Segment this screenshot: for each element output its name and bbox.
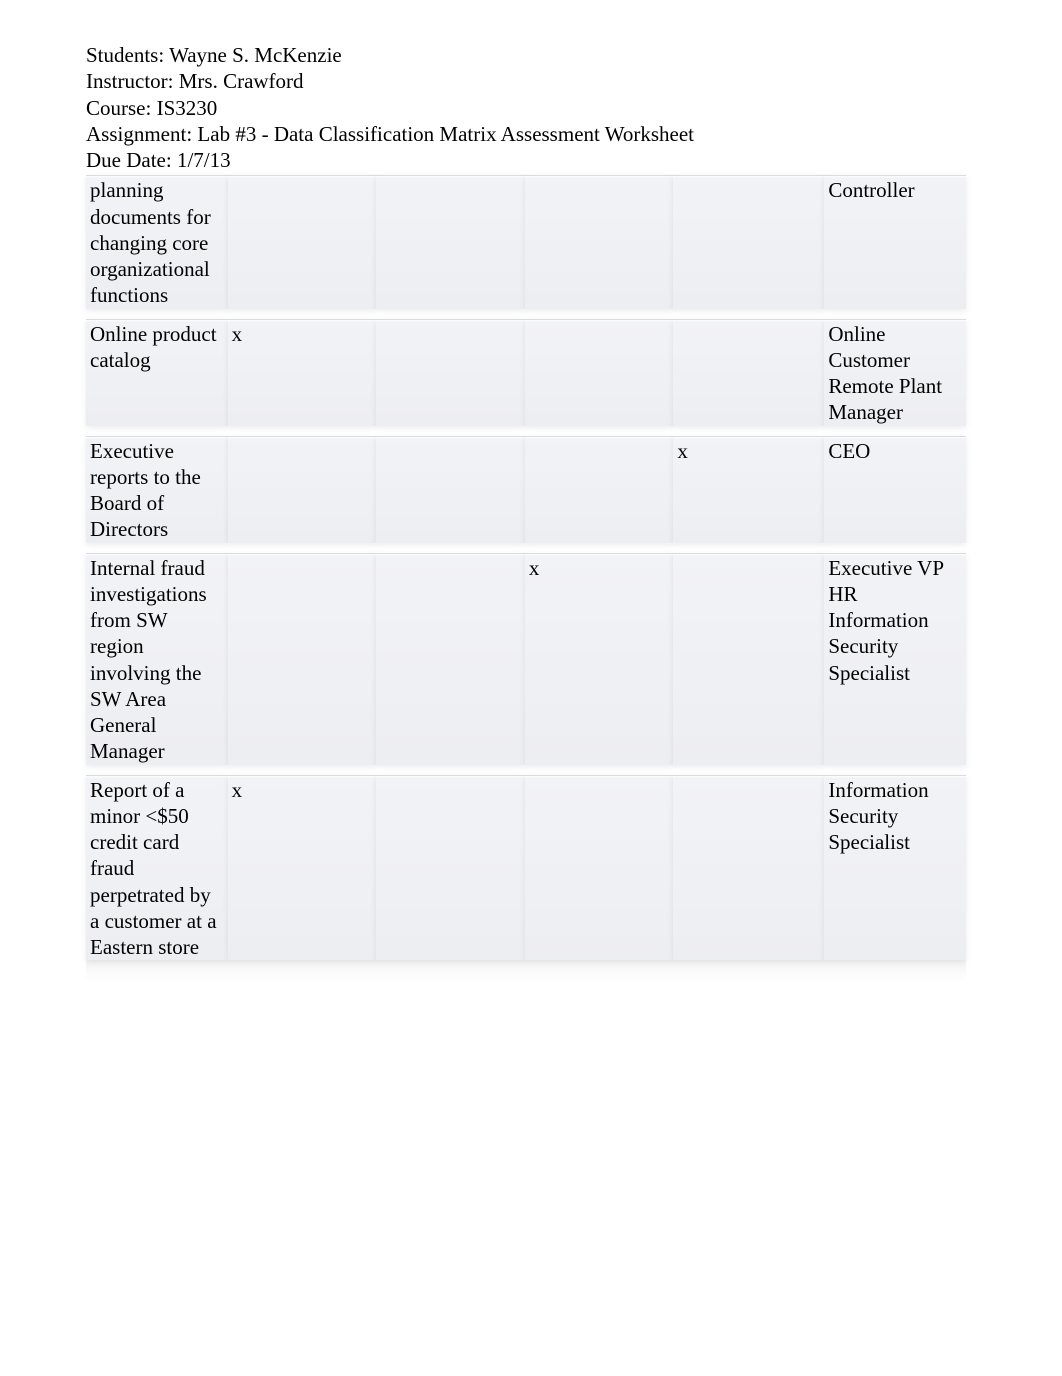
students-line: Students: Wayne S. McKenzie	[86, 42, 966, 68]
item-cell: Report of a minor <$50 credit card fraud…	[90, 777, 224, 961]
document-page: Students: Wayne S. McKenzie Instructor: …	[0, 42, 1062, 970]
owner-cell: Executive VP HR Information Security Spe…	[828, 555, 962, 686]
item-cell: Online product catalog	[90, 321, 224, 374]
table-row: Online product catalog x Online Customer…	[86, 319, 966, 436]
instructor-label: Instructor:	[86, 69, 173, 93]
classification-matrix-table-wrap: planning documents for changing core org…	[86, 175, 966, 970]
students-label: Students:	[86, 43, 164, 67]
classification-matrix-table: planning documents for changing core org…	[86, 175, 966, 970]
assignment-line: Assignment: Lab #3 - Data Classification…	[86, 121, 966, 147]
item-cell: Executive reports to the Board of Direct…	[90, 438, 224, 543]
document-header: Students: Wayne S. McKenzie Instructor: …	[86, 42, 966, 173]
course-line: Course: IS3230	[86, 95, 966, 121]
due-date-value: 1/7/13	[177, 148, 231, 172]
item-cell: planning documents for changing core org…	[90, 177, 224, 308]
table-row: Internal fraud investigations from SW re…	[86, 553, 966, 775]
due-date-line: Due Date: 1/7/13	[86, 147, 966, 173]
students-value: Wayne S. McKenzie	[169, 43, 342, 67]
instructor-line: Instructor: Mrs. Crawford	[86, 68, 966, 94]
mark-cell: x	[529, 555, 670, 581]
item-cell: Internal fraud investigations from SW re…	[90, 555, 224, 765]
assignment-value: Lab #3 - Data Classification Matrix Asse…	[197, 122, 694, 146]
mark-cell: x	[232, 777, 373, 803]
table-row: Executive reports to the Board of Direct…	[86, 436, 966, 553]
instructor-value: Mrs. Crawford	[179, 69, 304, 93]
mark-cell: x	[677, 438, 820, 464]
course-label: Course:	[86, 96, 151, 120]
table-row: planning documents for changing core org…	[86, 175, 966, 318]
owner-cell: Online Customer Remote Plant Manager	[828, 321, 962, 426]
owner-cell: Information Security Specialist	[828, 777, 962, 856]
owner-cell: CEO	[828, 438, 962, 464]
table-row: Report of a minor <$50 credit card fraud…	[86, 775, 966, 971]
course-value: IS3230	[157, 96, 218, 120]
mark-cell: x	[232, 321, 373, 347]
assignment-label: Assignment:	[86, 122, 192, 146]
due-date-label: Due Date:	[86, 148, 172, 172]
owner-cell: Controller	[828, 177, 962, 203]
